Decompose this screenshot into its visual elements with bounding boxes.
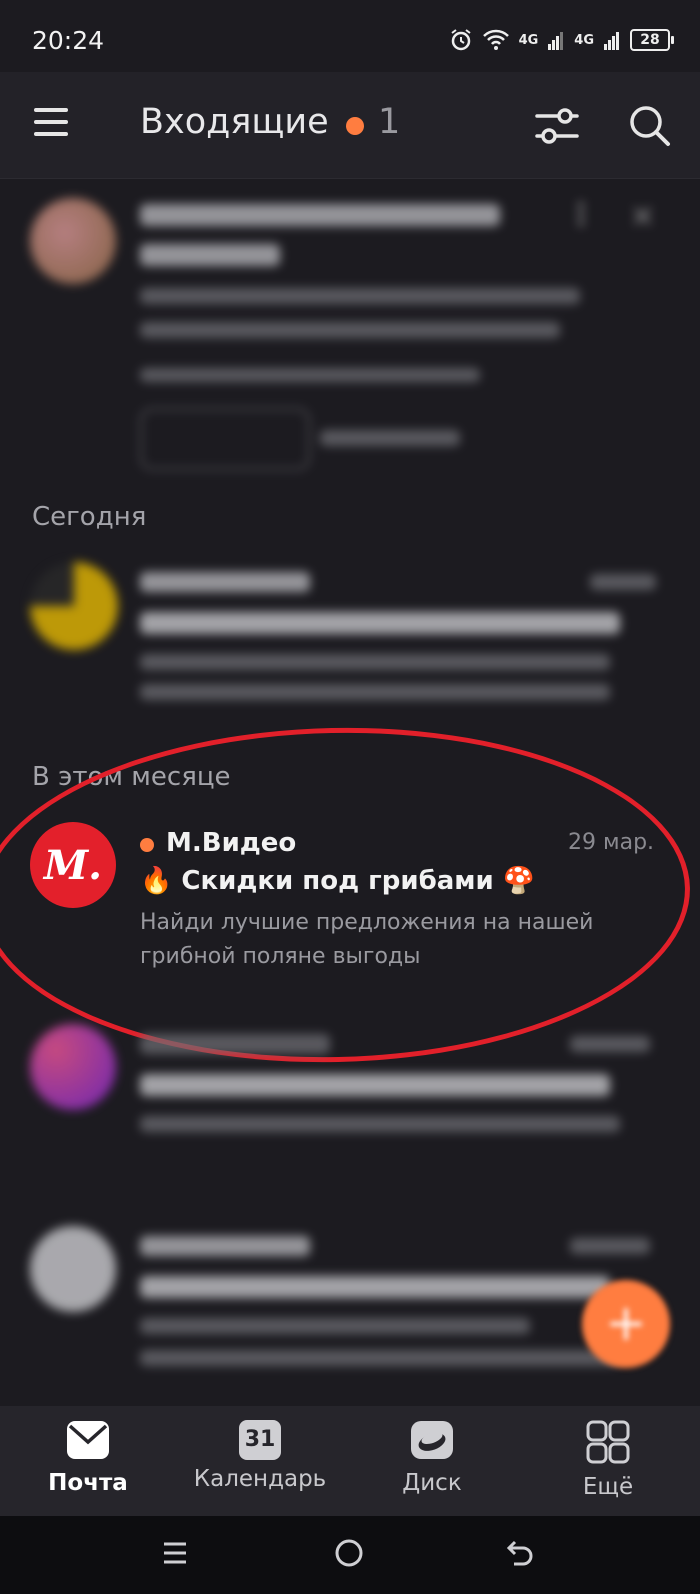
email-preview-line-2: грибной поляне выгоды: [140, 944, 421, 969]
back-button[interactable]: [506, 1538, 536, 1568]
email-avatar: [30, 562, 118, 650]
email-sender-line: [140, 1236, 310, 1256]
mvideo-avatar: М.: [30, 822, 116, 908]
unread-dot-icon: [346, 117, 364, 135]
mvideo-logo: М.: [43, 841, 103, 889]
email-date-line: [590, 574, 656, 590]
signal-label-2: 4G: [574, 32, 594, 48]
email-date-line: [570, 1036, 650, 1052]
email-subject-line: [140, 612, 620, 634]
ad-title-line: [140, 204, 500, 226]
search-icon: [630, 106, 670, 146]
email-avatar: [30, 1024, 116, 1110]
email-preview-line-1: Найди лучшие предложения на нашей: [140, 910, 594, 935]
section-header-this-month: В этом месяце: [32, 762, 231, 792]
ad-preview-line: [140, 322, 560, 338]
signal-icon-2: [604, 32, 619, 50]
back-icon: [506, 1540, 533, 1566]
email-subject-line: [140, 1074, 610, 1096]
home-button[interactable]: [334, 1538, 364, 1568]
recent-apps-icon: [164, 1542, 186, 1564]
email-item-blurred[interactable]: [30, 562, 670, 702]
menu-button[interactable]: [30, 108, 70, 138]
nav-calendar-label: Календарь: [193, 1466, 327, 1492]
disk-icon: [411, 1421, 453, 1459]
nav-mail-label: Почта: [48, 1470, 128, 1496]
unread-count: 1: [378, 102, 401, 142]
system-navigation-bar: [0, 1516, 700, 1594]
home-circle-icon: [335, 1539, 363, 1567]
bottom-navigation: Почта 31 Календарь Диск Ещё: [0, 1406, 700, 1516]
email-avatar: [30, 1226, 116, 1312]
search-button[interactable]: [628, 104, 672, 148]
filter-sliders-icon: [535, 108, 579, 144]
nav-more-label: Ещё: [582, 1474, 634, 1500]
app-header: Входящие 1: [0, 72, 700, 179]
compose-button[interactable]: [582, 1280, 670, 1368]
clock: 20:24: [32, 26, 105, 55]
email-sender-line: [140, 1034, 330, 1054]
status-icons: 4G 4G 28: [449, 28, 674, 52]
ad-free-line: [320, 430, 460, 446]
signal-label-1: 4G: [518, 32, 539, 48]
email-item-blurred[interactable]: [30, 1226, 670, 1376]
nav-calendar[interactable]: 31 Календарь: [180, 1420, 340, 1492]
ad-source-line: [140, 368, 480, 382]
signal-icon-1: [548, 32, 564, 50]
more-apps-icon: [586, 1420, 630, 1464]
ad-open-button: [140, 408, 310, 470]
battery-icon: 28: [630, 29, 674, 51]
email-date: 29 мар.: [568, 830, 655, 855]
nav-disk[interactable]: Диск: [352, 1420, 512, 1496]
hamburger-icon-line: [34, 132, 68, 136]
unread-dot-icon: [140, 838, 154, 852]
email-item-mvideo[interactable]: М. М.Видео 29 мар. 🔥 Скидки под грибами …: [30, 822, 670, 982]
ad-title-line: [140, 244, 280, 266]
recent-apps-button[interactable]: [162, 1540, 188, 1566]
email-subject-line: [140, 1276, 610, 1298]
email-sender: М.Видео: [166, 828, 297, 858]
nav-disk-label: Диск: [402, 1470, 462, 1496]
hamburger-icon-line: [34, 120, 68, 124]
email-item-blurred[interactable]: [30, 1024, 670, 1154]
email-preview-line: [140, 684, 610, 700]
email-preview-line: [140, 654, 610, 670]
email-date-line: [570, 1238, 650, 1254]
email-subject: 🔥 Скидки под грибами 🍄: [140, 866, 536, 896]
email-sender-line: [140, 572, 310, 592]
email-preview-line: [140, 1350, 620, 1366]
alarm-icon: [450, 29, 471, 51]
wifi-icon: [482, 29, 509, 50]
calendar-icon: 31: [239, 1420, 281, 1460]
ad-avatar: [30, 198, 116, 284]
section-header-today: Сегодня: [32, 502, 147, 532]
mail-icon: [67, 1421, 109, 1459]
ad-preview-line: [140, 288, 580, 304]
ad-item-blurred[interactable]: ✕: [30, 198, 670, 488]
more-vertical-icon: [578, 202, 590, 226]
hamburger-icon: [34, 108, 68, 112]
filter-button[interactable]: [535, 106, 579, 146]
email-preview-line: [140, 1318, 530, 1334]
nav-mail[interactable]: Почта: [8, 1420, 168, 1496]
email-preview-line: [140, 1116, 620, 1132]
status-bar: 20:24 4G 4G 28: [0, 0, 700, 72]
nav-more[interactable]: Ещё: [528, 1420, 688, 1500]
page-title: Входящие: [140, 102, 329, 142]
plus-icon: [610, 1308, 642, 1340]
close-icon: ✕: [630, 200, 656, 235]
